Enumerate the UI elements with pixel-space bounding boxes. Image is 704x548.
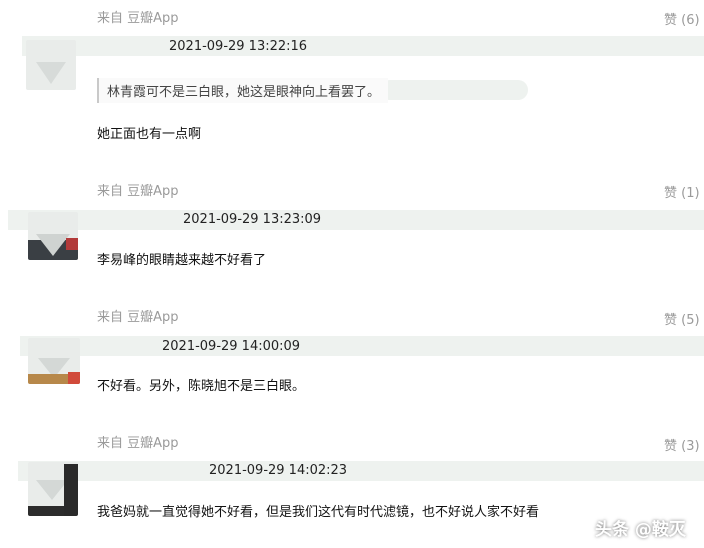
like-button[interactable]: 赞 (3) xyxy=(664,435,700,454)
comment-text: 不好看。另外，陈晓旭不是三白眼。 xyxy=(97,379,306,394)
avatar[interactable] xyxy=(28,462,78,516)
comment-timestamp: 2021-09-29 14:02:23 xyxy=(209,463,348,478)
comment-header-bar xyxy=(22,36,704,56)
comment-source: 来自 豆瓣App xyxy=(97,310,179,325)
like-button[interactable]: 赞 (1) xyxy=(664,182,700,201)
comment-header-bar xyxy=(20,336,704,356)
avatar-image xyxy=(28,234,78,260)
comment-header-bar xyxy=(18,461,704,481)
watermark: 头条 @鞍灭 xyxy=(595,520,686,540)
like-button[interactable]: 赞 (5) xyxy=(664,309,700,328)
avatar-image xyxy=(36,62,66,84)
comment-header-bar xyxy=(8,210,704,230)
comment-timestamp: 2021-09-29 14:00:09 xyxy=(162,339,301,354)
quoted-reply: 林青霞可不是三白眼，她这是眼神向上看罢了。 xyxy=(97,78,389,103)
comment-text: 她正面也有一点啊 xyxy=(97,127,202,142)
comment-text: 李易峰的眼睛越来越不好看了 xyxy=(97,253,267,268)
comment-timestamp: 2021-09-29 13:22:16 xyxy=(169,39,308,54)
avatar-image xyxy=(28,358,80,384)
avatar[interactable] xyxy=(28,212,78,260)
comment-text: 我爸妈就一直觉得她不好看，但是我们这代有时代滤镜，也不好说人家不好看 xyxy=(97,505,540,520)
avatar[interactable] xyxy=(26,40,76,90)
comment-timestamp: 2021-09-29 13:23:09 xyxy=(183,212,322,227)
redacted-area xyxy=(380,80,528,100)
comment-source: 来自 豆瓣App xyxy=(97,184,179,199)
avatar[interactable] xyxy=(28,338,80,384)
comment-source: 来自 豆瓣App xyxy=(97,436,179,451)
comment-source: 来自 豆瓣App xyxy=(97,11,179,26)
avatar-image xyxy=(28,464,78,516)
like-button[interactable]: 赞 (6) xyxy=(664,9,700,28)
